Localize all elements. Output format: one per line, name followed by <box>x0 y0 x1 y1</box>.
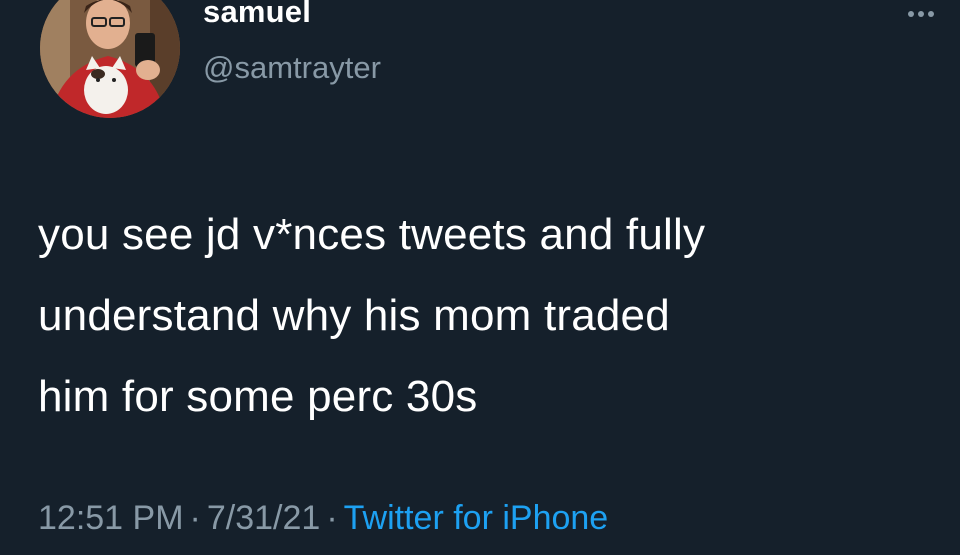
tweet-meta: 12:51 PM · 7/31/21 · Twitter for iPhone <box>38 499 608 538</box>
more-horizontal-icon[interactable] <box>903 2 939 22</box>
tweet-text: you see jd v*nces tweets and fully under… <box>38 194 938 437</box>
tweet-source-link[interactable]: Twitter for iPhone <box>344 499 609 537</box>
avatar-photo <box>40 0 180 118</box>
more-icon-svg <box>908 11 934 17</box>
meta-separator: · <box>326 499 338 537</box>
tweet-text-line: you see jd v*nces tweets and fully <box>38 210 706 259</box>
meta-separator: · <box>189 499 201 537</box>
tweet-text-line: him for some perc 30s <box>38 372 478 421</box>
display-name[interactable]: samuel <box>203 0 311 30</box>
tweet-date[interactable]: 7/31/21 <box>207 499 320 537</box>
user-handle[interactable]: @samtrayter <box>203 50 381 86</box>
tweet: samuel @samtrayter you see jd v*nces twe… <box>0 0 960 555</box>
avatar[interactable] <box>40 0 180 118</box>
tweet-text-line: understand why his mom traded <box>38 291 670 340</box>
tweet-time[interactable]: 12:51 PM <box>38 499 184 537</box>
